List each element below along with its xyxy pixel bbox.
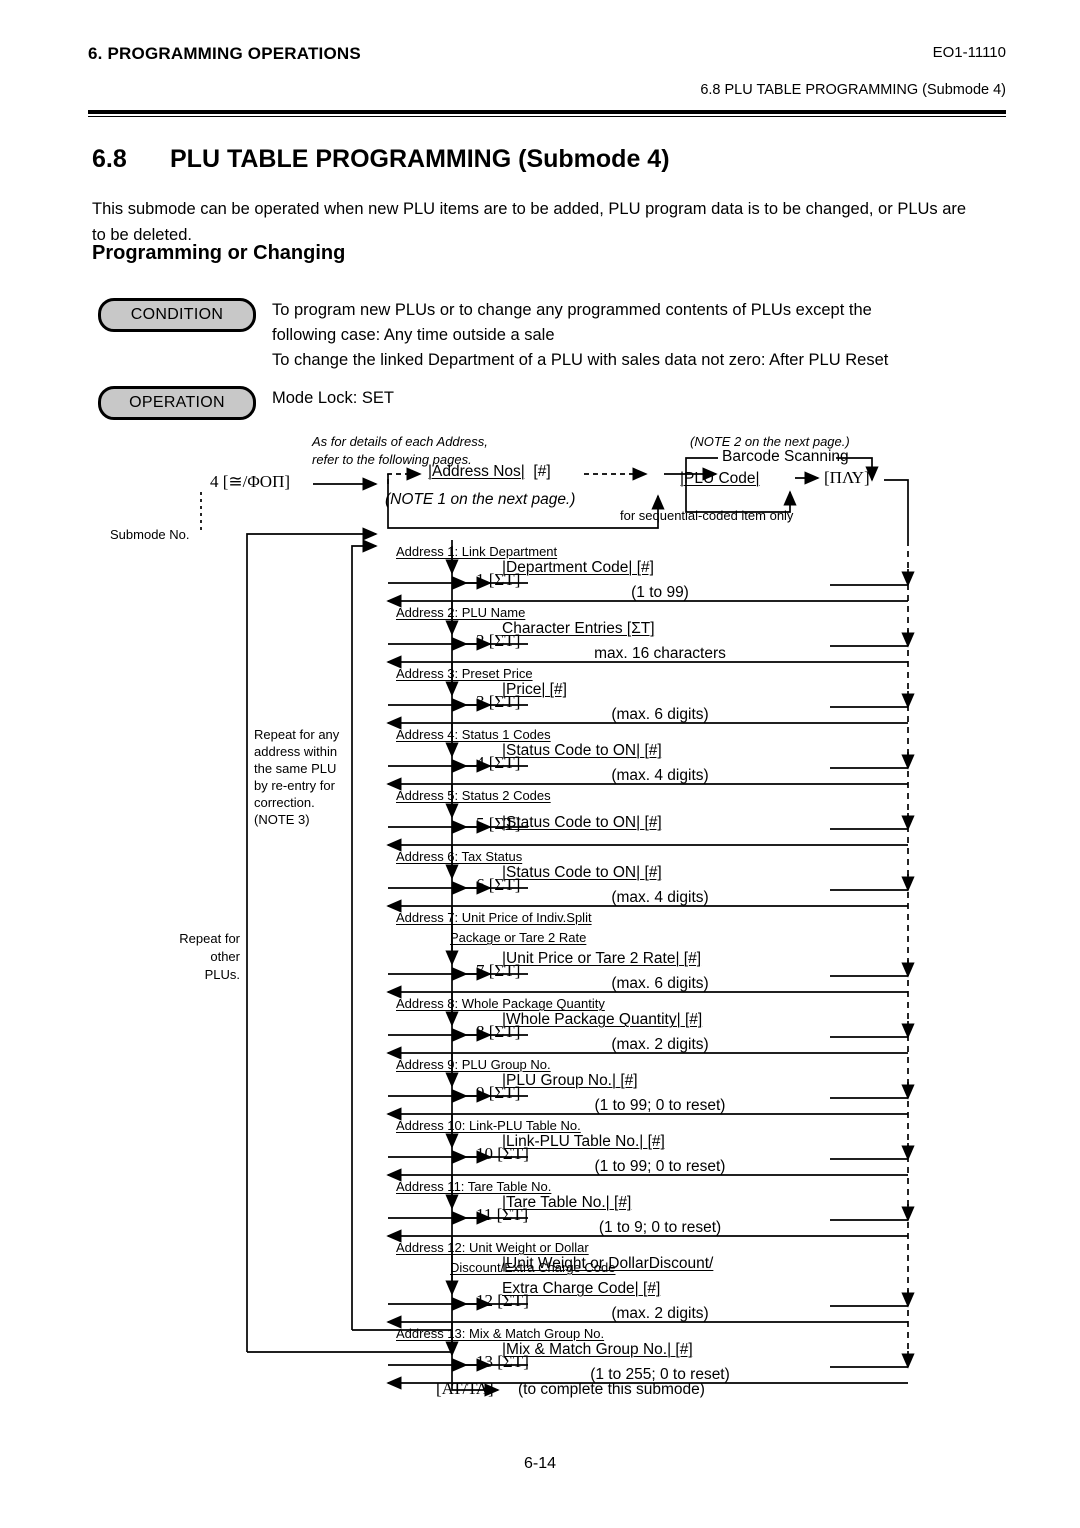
address-nos-label: |Address Nos| [428, 463, 525, 480]
submode-caption: Submode No. [110, 527, 190, 542]
address-action-8: |Whole Package Quantity| [#] [502, 1011, 703, 1028]
repeat-address-note: Repeat for any address within the same P… [254, 726, 350, 828]
address-range-7: (max. 6 digits) [611, 975, 709, 992]
repeat-address-line-4: by re-entry for [254, 778, 335, 793]
address-title-11: Address 11: Tare Table No. [396, 1179, 552, 1194]
address-title-3: Address 3: Preset Price [396, 666, 533, 681]
note-2-reference: (NOTE 2 on the next page.) [690, 434, 850, 449]
address-range-9: (1 to 99; 0 to reset) [594, 1097, 726, 1114]
address-title-12: Address 12: Unit Weight or Dollar [396, 1240, 589, 1255]
repeat-plus-line-2: other [210, 949, 240, 964]
note-3-reference: (NOTE 3) [254, 812, 310, 827]
plu-code-entry: |PLU Code| [680, 470, 760, 487]
address-title-7-cont: Package or Tare 2 Rate [450, 930, 587, 945]
address-range-6: (max. 4 digits) [611, 889, 709, 906]
address-action-10: |Link-PLU Table No.| [#] [502, 1133, 665, 1150]
address-title-7: Address 7: Unit Price of Indiv.Split [396, 910, 592, 925]
address-range-8: (max. 2 digits) [611, 1036, 709, 1053]
address-range-13: (1 to 255; 0 to reset) [590, 1366, 730, 1383]
complete-key-label: [ΑΤ/ΤΛ] [436, 1379, 494, 1398]
address-action-7: |Unit Price or Tare 2 Rate| [#] [502, 950, 702, 967]
address-range-11: (1 to 9; 0 to reset) [598, 1219, 722, 1236]
flowchart-diagram [200, 457, 915, 1397]
repeat-plus-line-3: PLUs. [204, 967, 240, 982]
address-title-8: Address 8: Whole Package Quantity [396, 996, 605, 1011]
address-action-9: |PLU Group No.| [#] [502, 1072, 638, 1089]
address-action-6: |Status Code to ON| [#] [502, 864, 662, 881]
address-action-11: |Tare Table No.| [#] [502, 1194, 632, 1211]
address-range-2: max. 16 characters [594, 645, 726, 662]
address-note-line-1: As for details of each Address, [312, 434, 488, 449]
barcode-scanning-label: Barcode Scanning [722, 448, 849, 465]
repeat-plus-line-1: Repeat for [179, 931, 240, 946]
address-range-1: (1 to 99) [631, 584, 689, 601]
plu-key-label: [ΠΛΥ] [824, 468, 870, 487]
note-1-reference: (NOTE 1 on the next page.) [385, 491, 576, 508]
address-action-4: |Status Code to ON| [#] [502, 742, 662, 759]
sequential-coded-note: for sequential-coded item only [620, 508, 794, 523]
address-action-3: |Price| [#] [502, 681, 567, 698]
address-action-5: |Status Code to ON| [#] [502, 814, 662, 831]
address-title-4: Address 4: Status 1 Codes [396, 727, 551, 742]
address-action-2: Character Entries [ΣΤ] [502, 620, 655, 637]
address-title-1: Address 1: Link Department [396, 544, 558, 559]
repeat-address-line-5: correction. [254, 795, 315, 810]
address-title-5: Address 5: Status 2 Codes [396, 788, 551, 803]
repeat-address-line-2: address within [254, 744, 338, 759]
address-title-9: Address 9: PLU Group No. [396, 1057, 551, 1072]
address-action-12: |Unit Weight or DollarDiscount/ [502, 1255, 714, 1272]
address-range-10: (1 to 99; 0 to reset) [594, 1158, 726, 1175]
address-range-12: (max. 2 digits) [611, 1305, 709, 1322]
repeat-address-line-3: the same PLU [254, 761, 337, 776]
repeat-address-line-1: Repeat for any [254, 727, 340, 742]
address-action-13: |Mix & Match Group No.| [#] [502, 1341, 693, 1358]
repeat-plus-note: Repeat for other PLUs. [168, 930, 240, 984]
start-key-label: 4 [≅/ΦΟΠ] [210, 472, 291, 491]
page-number: 6-14 [523, 1455, 557, 1472]
address-title-6: Address 6: Tax Status [396, 849, 523, 864]
address-nos-entry: |Address Nos| [#] [428, 463, 551, 480]
address-title-10: Address 10: Link-PLU Table No. [396, 1118, 581, 1133]
address-title-13: Address 13: Mix & Match Group No. [396, 1326, 605, 1341]
address-range-4: (max. 4 digits) [611, 767, 709, 784]
address-range-3: (max. 6 digits) [611, 706, 709, 723]
address-action-12-cont: Extra Charge Code| [#] [502, 1280, 661, 1297]
address-title-2: Address 2: PLU Name [396, 605, 526, 620]
address-action-1: |Department Code| [#] [502, 559, 654, 576]
manual-page: 6. PROGRAMMING OPERATIONS EO1-11110 6.8 … [0, 0, 1080, 1528]
